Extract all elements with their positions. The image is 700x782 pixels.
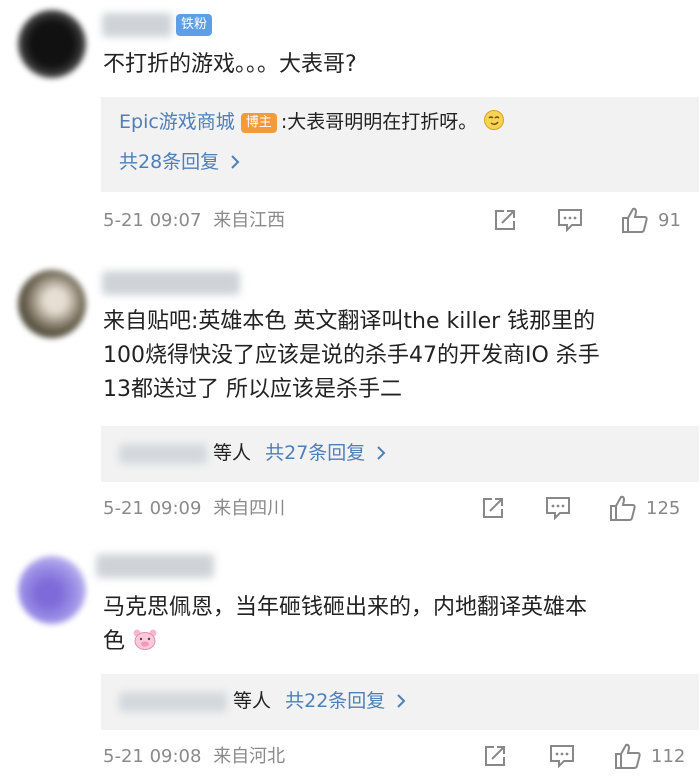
chevron-right-icon bbox=[225, 151, 241, 173]
thumbs-up-icon bbox=[620, 205, 650, 235]
share-button[interactable] bbox=[492, 207, 518, 233]
reply-author[interactable]: Epic游戏商城 bbox=[119, 111, 235, 133]
reply-preview: 等人 共22条回复 bbox=[119, 688, 407, 714]
reply-box[interactable]: 等人 共22条回复 bbox=[101, 674, 699, 730]
like-button[interactable]: 91 bbox=[620, 205, 681, 235]
username[interactable] bbox=[102, 271, 240, 295]
thumbs-up-icon bbox=[608, 493, 638, 523]
comment-time: 5-21 09:07 bbox=[103, 210, 202, 231]
like-count: 125 bbox=[646, 497, 681, 519]
reply-preview: 等人 共27条回复 bbox=[119, 440, 387, 466]
like-button[interactable]: 125 bbox=[608, 493, 680, 523]
comment-meta: 5-21 09:09 来自四川 bbox=[103, 497, 285, 521]
smirk-emoji-icon bbox=[483, 109, 505, 138]
comment-text-line: 13都送过了 所以应该是杀手二 bbox=[103, 377, 402, 402]
comment-text-line: 来自贴吧:英雄本色 英文翻译叫the killer 钱那里的 bbox=[103, 309, 596, 334]
comment-text: 不打折的游戏。。。大表哥? bbox=[103, 52, 357, 77]
comment-button[interactable] bbox=[548, 743, 576, 769]
comment-icon bbox=[548, 743, 576, 769]
comment-text: 来自贴吧:英雄本色 英文翻译叫the killer 钱那里的 100烧得快没了应… bbox=[103, 305, 683, 407]
avatar[interactable] bbox=[18, 10, 86, 78]
blogger-badge: 博主 bbox=[240, 113, 277, 133]
comment-text-line: 马克思佩恩，当年砸钱砸出来的，内地翻译英雄本 bbox=[103, 595, 588, 620]
reply-etc: 等人 bbox=[213, 442, 252, 464]
comment-button[interactable] bbox=[556, 207, 584, 233]
comment-location: 来自江西 bbox=[213, 210, 286, 231]
chevron-right-icon bbox=[391, 690, 407, 712]
pig-emoji-icon bbox=[132, 627, 158, 662]
comment-icon bbox=[544, 495, 572, 521]
more-replies-label: 共28条回复 bbox=[119, 151, 220, 173]
like-button[interactable]: 112 bbox=[613, 741, 685, 771]
comment-time: 5-21 09:08 bbox=[103, 746, 202, 767]
reply-box[interactable]: 等人 共27条回复 bbox=[101, 426, 699, 482]
comment-time: 5-21 09:09 bbox=[103, 498, 202, 519]
reply-text: :大表哥明明在打折呀。 bbox=[280, 111, 478, 133]
comment-item: 来自贴吧:英雄本色 英文翻译叫the killer 钱那里的 100烧得快没了应… bbox=[0, 262, 700, 542]
more-replies-link[interactable]: 共28条回复 bbox=[119, 149, 241, 175]
thumbs-up-icon bbox=[613, 741, 643, 771]
blurred-username bbox=[119, 443, 207, 464]
comment-icon bbox=[556, 207, 584, 233]
comment-meta: 5-21 09:07 来自江西 bbox=[103, 209, 285, 233]
avatar[interactable] bbox=[18, 270, 86, 338]
reply-preview: Epic游戏商城 博主:大表哥明明在打折呀。 bbox=[119, 109, 505, 138]
avatar[interactable] bbox=[18, 556, 86, 624]
comment-location: 来自河北 bbox=[213, 746, 286, 767]
reply-etc: 等人 bbox=[233, 690, 272, 712]
share-button[interactable] bbox=[482, 743, 508, 769]
chevron-right-icon bbox=[371, 442, 387, 464]
more-replies-label: 共22条回复 bbox=[285, 690, 386, 712]
share-icon bbox=[482, 743, 508, 769]
comment-text: 马克思佩恩，当年砸钱砸出来的，内地翻译英雄本 色 bbox=[103, 591, 683, 662]
comment-text-line: 100烧得快没了应该是说的杀手47的开发商IO 杀手 bbox=[103, 343, 600, 368]
like-count: 91 bbox=[658, 209, 681, 231]
more-replies-link[interactable]: 共27条回复 bbox=[265, 442, 387, 464]
like-count: 112 bbox=[651, 745, 686, 767]
fan-badge: 铁粉 bbox=[176, 14, 213, 36]
blurred-username bbox=[119, 691, 227, 712]
reply-box[interactable]: Epic游戏商城 博主:大表哥明明在打折呀。 共28条回复 bbox=[101, 97, 699, 192]
comment-item: 铁粉 不打折的游戏。。。大表哥? Epic游戏商城 博主:大表哥明明在打折呀。 共… bbox=[0, 0, 700, 262]
share-button[interactable] bbox=[480, 495, 506, 521]
more-replies-link[interactable]: 共22条回复 bbox=[285, 690, 407, 712]
username[interactable] bbox=[96, 554, 214, 578]
comment-item: 马克思佩恩，当年砸钱砸出来的，内地翻译英雄本 色 等人 共22条回复 5-21 … bbox=[0, 542, 700, 782]
comment-location: 来自四川 bbox=[213, 498, 286, 519]
share-icon bbox=[492, 207, 518, 233]
comment-text-line: 色 bbox=[103, 625, 683, 662]
username[interactable] bbox=[102, 13, 172, 37]
share-icon bbox=[480, 495, 506, 521]
comment-meta: 5-21 09:08 来自河北 bbox=[103, 745, 285, 769]
comment-button[interactable] bbox=[544, 495, 572, 521]
more-replies-label: 共27条回复 bbox=[265, 442, 366, 464]
